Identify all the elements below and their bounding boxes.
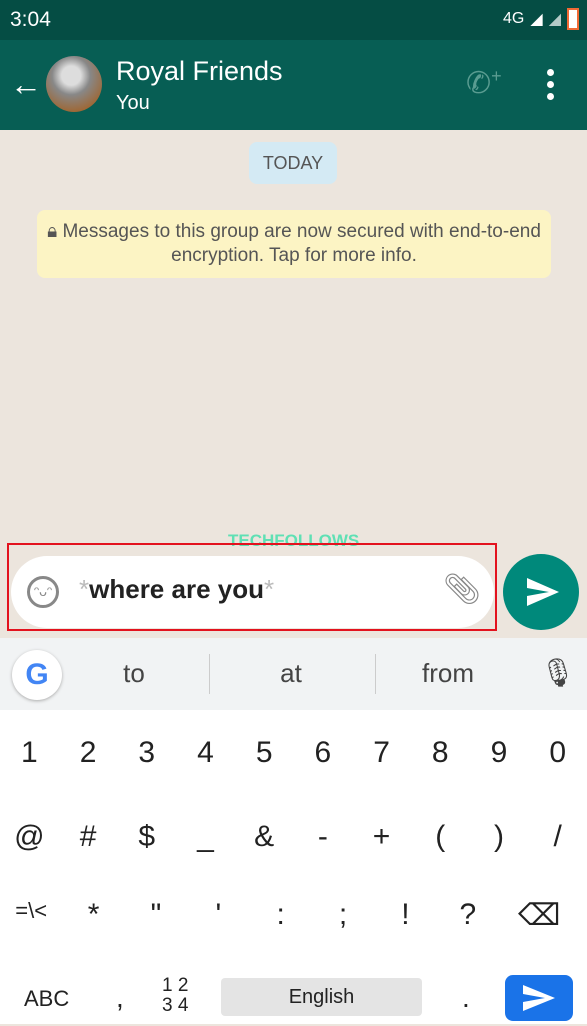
keyboard: G to at from 🎙︎ 1234567890 @ # $ _ & - +() / =\… [0, 638, 587, 1024]
backspace-icon[interactable]: ⌫ [518, 898, 560, 933]
key[interactable]: # [59, 820, 118, 854]
suggestion-from[interactable]: from [378, 658, 518, 689]
suggestion-to[interactable]: to [64, 658, 204, 689]
suggestion-strip: G to at from 🎙︎ [0, 638, 587, 710]
key[interactable]: ; [312, 898, 374, 932]
highlight-box [7, 543, 497, 631]
key[interactable]: 7 [352, 736, 411, 770]
signal-no-sim-icon: ◢ [548, 11, 561, 28]
group-subtitle: You [116, 92, 150, 114]
key[interactable]: @ [0, 820, 59, 854]
key[interactable]: - [294, 820, 353, 854]
more-options-icon[interactable] [540, 66, 560, 106]
suggestion-at[interactable]: at [221, 658, 361, 689]
google-icon[interactable]: G [12, 650, 62, 700]
date-chip: TODAY [249, 142, 337, 184]
key[interactable]: 5 [235, 736, 294, 770]
back-arrow-icon[interactable]: ← [10, 68, 42, 100]
key[interactable]: 1 [0, 736, 59, 770]
key[interactable]: ' [187, 898, 249, 932]
send-icon [527, 578, 559, 606]
symbols-key[interactable]: 1 23 4 [162, 976, 188, 1016]
send-icon [523, 985, 555, 1011]
group-title[interactable]: Royal Friends [116, 56, 283, 87]
key[interactable]: 4 [176, 736, 235, 770]
key[interactable]: & [235, 820, 294, 854]
key[interactable]: ! [374, 898, 436, 932]
key[interactable]: $ [117, 820, 176, 854]
period-key[interactable]: . [462, 982, 470, 1014]
key[interactable]: + [352, 820, 411, 854]
key[interactable]: 2 [59, 736, 118, 770]
key[interactable]: : [250, 898, 312, 932]
key[interactable]: =\< [0, 898, 62, 932]
status-bar: 3:04 4G ◢ ◢ [0, 0, 587, 40]
key[interactable]: / [528, 820, 587, 854]
network-type: 4G [503, 10, 525, 27]
key[interactable]: ( [411, 820, 470, 854]
microphone-icon[interactable]: 🎙︎ [540, 656, 576, 689]
avatar[interactable] [46, 56, 102, 112]
key[interactable]: ) [470, 820, 529, 854]
comma-key[interactable]: , [116, 982, 124, 1014]
key[interactable]: ? [437, 898, 499, 932]
key[interactable]: 9 [470, 736, 529, 770]
key[interactable]: * [62, 898, 124, 932]
lock-icon: 🔒︎ [47, 221, 58, 242]
key[interactable]: 0 [528, 736, 587, 770]
key[interactable]: _ [176, 820, 235, 854]
space-key[interactable]: English [221, 978, 422, 1016]
key[interactable]: 6 [294, 736, 353, 770]
key[interactable]: 3 [117, 736, 176, 770]
signal-icon: ◢ [530, 11, 543, 28]
abc-key[interactable]: ABC [24, 986, 69, 1012]
key[interactable]: 8 [411, 736, 470, 770]
encryption-notice[interactable]: 🔒︎ Messages to this group are now secure… [37, 210, 551, 278]
send-button[interactable] [503, 554, 579, 630]
chat-header: ← Royal Friends You ✆+ [0, 40, 587, 130]
key[interactable]: " [125, 898, 187, 932]
battery-icon [567, 8, 579, 30]
clock: 3:04 [10, 8, 51, 31]
add-call-icon[interactable]: ✆+ [466, 66, 502, 101]
enter-key[interactable] [505, 975, 573, 1021]
